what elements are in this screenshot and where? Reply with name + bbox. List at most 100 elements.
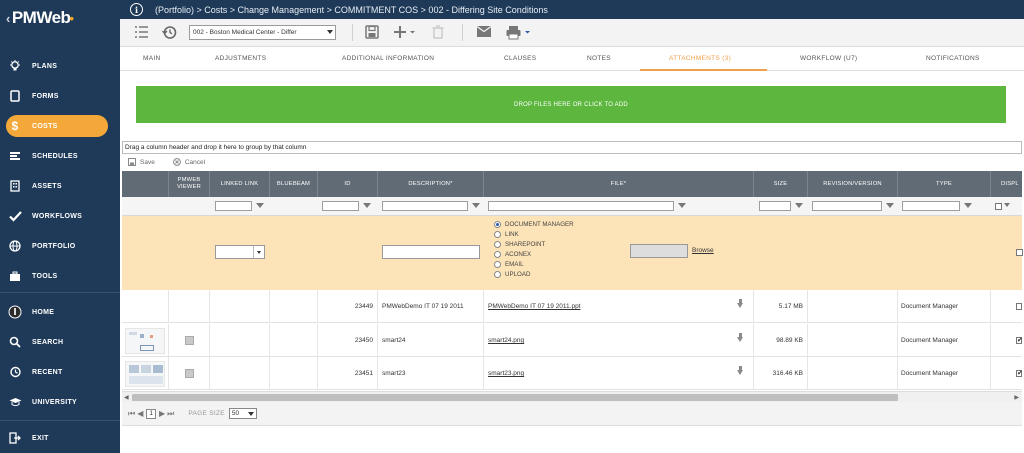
- browse-link[interactable]: Browse: [692, 247, 714, 254]
- tab-workflow[interactable]: WORKFLOW (U7): [800, 55, 857, 62]
- col-header-bluebeam[interactable]: BLUEBEAM: [270, 171, 318, 197]
- download-icon[interactable]: [737, 299, 743, 308]
- info-icon[interactable]: i: [130, 3, 143, 16]
- scrollbar-thumb[interactable]: [132, 394, 898, 401]
- grid-save-button[interactable]: Save: [128, 158, 155, 166]
- radio-icon: [494, 251, 501, 258]
- filter-linked-input[interactable]: [215, 201, 252, 211]
- sidebar-item-plans[interactable]: PLANS: [6, 55, 108, 77]
- filter-icon[interactable]: [256, 203, 264, 208]
- file-dropzone[interactable]: DROP FILES HERE OR CLICK TO ADD: [136, 86, 1006, 123]
- project-select[interactable]: 002 - Boston Medical Center - Differ: [189, 25, 336, 40]
- history-icon[interactable]: [162, 25, 177, 42]
- display-checkbox[interactable]: [1016, 303, 1022, 310]
- description-input[interactable]: [382, 245, 480, 259]
- col-header-type[interactable]: TYPE: [898, 171, 991, 197]
- horizontal-scrollbar[interactable]: ◀ ▶: [122, 391, 1022, 402]
- prev-page-icon[interactable]: ◀: [137, 409, 143, 418]
- sidebar-item-exit[interactable]: EXIT: [6, 427, 108, 449]
- tab-notifications[interactable]: NOTIFICATIONS: [926, 55, 980, 62]
- table-row[interactable]: 23449 PMWebDemo IT 07 19 2011 PMWebDemo …: [122, 290, 1022, 323]
- page-size-select[interactable]: 50: [228, 408, 257, 419]
- table-row[interactable]: 23451 smart23 smart23.png 316.46 KB Docu…: [122, 357, 1023, 390]
- col-header-revision[interactable]: REVISION/VERSION: [808, 171, 898, 197]
- filter-icon[interactable]: [472, 203, 480, 208]
- sidebar-item-forms[interactable]: FORMS: [6, 85, 108, 107]
- table-row[interactable]: 23450 smart24 smart24.png 98.89 KB Docum…: [122, 324, 1023, 357]
- source-option-email[interactable]: EMAIL: [494, 261, 524, 268]
- sidebar-item-home[interactable]: HOME: [6, 301, 108, 323]
- filter-display-checkbox[interactable]: [995, 203, 1002, 210]
- filter-revision-input[interactable]: [812, 201, 882, 211]
- tab-clauses[interactable]: CLAUSES: [504, 55, 536, 62]
- source-option-upload[interactable]: UPLOAD: [494, 271, 530, 278]
- sidebar-item-assets[interactable]: ASSETS: [6, 175, 108, 197]
- col-header-viewer[interactable]: PMWEB VIEWER: [169, 171, 210, 197]
- filter-size-input[interactable]: [759, 201, 791, 211]
- source-option-sharepoint[interactable]: SHAREPOINT: [494, 241, 545, 248]
- scroll-left-icon[interactable]: ◀: [124, 394, 129, 401]
- tab-additional-information[interactable]: ADDITIONAL INFORMATION: [342, 55, 434, 62]
- scroll-right-icon[interactable]: ▶: [1014, 394, 1019, 401]
- add-icon[interactable]: [393, 25, 415, 41]
- thumbnail-cell[interactable]: [122, 357, 169, 390]
- sidebar-item-portfolio[interactable]: PORTFOLIO: [6, 235, 108, 257]
- source-option-link[interactable]: LINK: [494, 231, 519, 238]
- display-checkbox[interactable]: [1016, 249, 1023, 256]
- sidebar-item-university[interactable]: UNIVERSITY: [6, 391, 108, 413]
- email-icon[interactable]: [476, 25, 492, 40]
- delete-icon[interactable]: [432, 25, 444, 41]
- col-header-size[interactable]: SIZE: [754, 171, 808, 197]
- tab-notes[interactable]: NOTES: [587, 55, 611, 62]
- source-option-document-manager[interactable]: DOCUMENT MANAGER: [494, 221, 574, 228]
- col-header-file[interactable]: FILE*: [484, 171, 754, 197]
- pmweb-logo[interactable]: ‹ PMWeb •: [0, 0, 120, 36]
- col-header-display[interactable]: DISPL: [991, 171, 1022, 197]
- filter-icon[interactable]: [886, 203, 894, 208]
- last-page-icon[interactable]: ⏭: [167, 409, 174, 419]
- sidebar-item-schedules[interactable]: SCHEDULES: [6, 145, 108, 167]
- sidebar-item-search[interactable]: SEARCH: [6, 331, 108, 353]
- tab-adjustments[interactable]: ADJUSTMENTS: [215, 55, 266, 62]
- col-header-id[interactable]: ID: [318, 171, 378, 197]
- filter-file-input[interactable]: [488, 201, 674, 211]
- filter-type-input[interactable]: [902, 201, 960, 211]
- first-page-icon[interactable]: ⏮: [128, 409, 135, 419]
- save-icon[interactable]: [365, 25, 379, 41]
- display-checkbox[interactable]: [1016, 336, 1023, 344]
- filter-icon[interactable]: [1004, 203, 1010, 207]
- sidebar-item-costs[interactable]: $ COSTS: [6, 115, 108, 137]
- grid-cancel-button[interactable]: Cancel: [172, 158, 205, 166]
- file-link[interactable]: smart23.png: [488, 370, 524, 377]
- print-icon[interactable]: [506, 25, 532, 42]
- viewer-icon[interactable]: [184, 336, 194, 345]
- linked-select[interactable]: [215, 245, 265, 259]
- download-icon[interactable]: [737, 366, 743, 375]
- toolbox-icon: [6, 270, 24, 282]
- filter-icon[interactable]: [363, 203, 371, 208]
- filter-icon[interactable]: [678, 203, 686, 208]
- filter-icon[interactable]: [795, 203, 803, 208]
- sidebar-item-tools[interactable]: TOOLS: [6, 265, 108, 287]
- sidebar-item-workflows[interactable]: WORKFLOWS: [6, 205, 108, 227]
- sidebar-item-recent[interactable]: RECENT: [6, 361, 108, 383]
- next-page-icon[interactable]: ▶: [159, 409, 165, 418]
- thumbnail-cell[interactable]: [122, 324, 169, 357]
- viewer-icon[interactable]: [184, 369, 194, 378]
- tab-main[interactable]: MAIN: [143, 55, 160, 62]
- col-header-description[interactable]: DESCRIPTION*: [378, 171, 484, 197]
- source-option-aconex[interactable]: ACONEX: [494, 251, 531, 258]
- page-number[interactable]: 1: [146, 408, 156, 419]
- filter-description-input[interactable]: [382, 201, 468, 211]
- display-checkbox[interactable]: [1016, 369, 1023, 377]
- tab-attachments[interactable]: ATTACHMENTS (3): [669, 55, 731, 62]
- group-by-bar[interactable]: Drag a column header and drop it here to…: [122, 141, 1022, 154]
- download-icon[interactable]: [737, 333, 743, 342]
- col-header-linked[interactable]: LINKED LINK: [210, 171, 270, 197]
- file-path-input[interactable]: [630, 244, 688, 258]
- list-icon[interactable]: [134, 25, 149, 41]
- file-link[interactable]: smart24.png: [488, 337, 524, 344]
- filter-id-input[interactable]: [322, 201, 359, 211]
- filter-icon[interactable]: [964, 203, 972, 208]
- file-link[interactable]: PMWebDemo IT 07 19 2011.ppt: [488, 303, 581, 310]
